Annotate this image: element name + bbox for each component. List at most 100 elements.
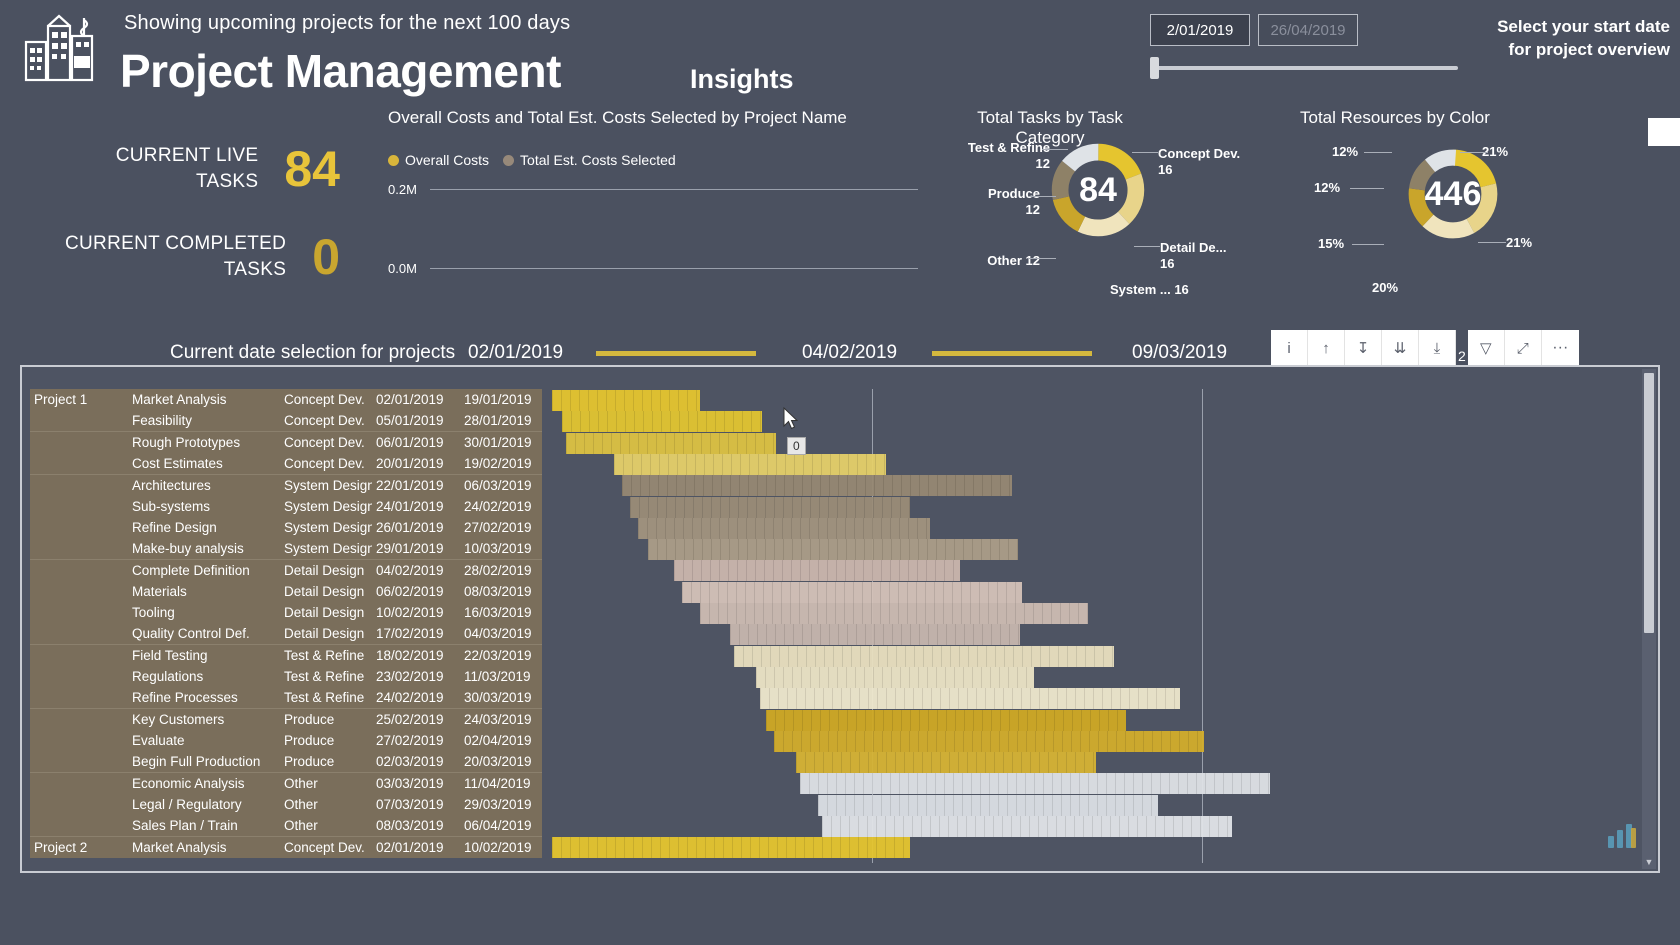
gantt-visual[interactable]: Project 1 Market Analysis Concept Dev. 02/0… (20, 365, 1660, 873)
donut-resources-label-15: 15% (1318, 236, 1345, 251)
cell-project (30, 473, 128, 496)
info-icon[interactable]: i (1271, 330, 1308, 366)
kpi-current-live-tasks[interactable]: CURRENT LIVE TASKS 84 (30, 140, 340, 198)
gantt-bar[interactable] (648, 539, 1018, 561)
donut-label-concept-dev: Concept Dev. 16 (1158, 146, 1241, 178)
gantt-bar[interactable] (760, 688, 1180, 710)
donut-label-other: Other 12 (987, 253, 1040, 268)
donut-tasks-ring[interactable]: 84 (1048, 140, 1148, 240)
legend-label-est: Total Est. Costs Selected (520, 152, 676, 168)
gantt-bar[interactable] (796, 752, 1096, 774)
cell-task: Begin Full Production (128, 751, 280, 773)
leader-line-r3 (1352, 244, 1384, 245)
slicer-end-date[interactable]: 26/04/2019 (1258, 14, 1358, 46)
date-range-slicer[interactable]: 2/01/2019 26/04/2019 (1150, 14, 1470, 79)
gantt-bar[interactable] (822, 816, 1232, 837)
table-row[interactable]: Legal / Regulatory Other 07/03/2019 29/03/2… (30, 793, 542, 815)
gantt-scroll-thumb[interactable] (1644, 373, 1654, 633)
donut-tasks-by-category[interactable]: Total Tasks by Task Category 84 Test & R… (950, 108, 1280, 308)
table-row[interactable]: Refine Design System Design 26/01/2019 27/0… (30, 516, 542, 539)
table-row[interactable]: Sub-systems System Design 24/01/2019 24/02/… (30, 495, 542, 517)
gantt-bars-area[interactable] (552, 389, 1636, 863)
gantt-bar[interactable] (552, 390, 700, 411)
gantt-bar[interactable] (614, 453, 886, 475)
drill-up-icon[interactable]: ↑ (1308, 330, 1345, 366)
gantt-bar[interactable] (630, 496, 910, 518)
focus-mode-icon[interactable]: ⤢ (1504, 330, 1542, 366)
legend-item-total-est[interactable]: Total Est. Costs Selected (503, 152, 676, 168)
slicer-track[interactable] (1150, 57, 1458, 79)
cell-start-date: 22/01/2019 (372, 473, 460, 496)
table-row[interactable]: Feasibility Concept Dev. 05/01/2019 28/01/2… (30, 410, 542, 432)
more-options-icon[interactable]: ··· (1541, 330, 1579, 366)
gantt-bar[interactable] (552, 837, 910, 859)
gantt-bar[interactable] (622, 475, 1012, 497)
cell-end-date: 08/03/2019 (460, 580, 542, 602)
cell-project (30, 771, 128, 794)
table-row[interactable]: Economic Analysis Other 03/03/2019 11/04/20… (30, 771, 542, 794)
table-row[interactable]: Evaluate Produce 27/02/2019 02/04/2019 (30, 729, 542, 752)
visual-header-toolbar[interactable]: i ↑ ↧ ⇊ ⤓ 2 ▽ ⤢ ··· (1271, 330, 1579, 366)
table-row[interactable]: Refine Processes Test & Refine 24/02/2019 3… (30, 687, 542, 709)
gantt-bar[interactable] (682, 581, 1022, 603)
gantt-scrollbar[interactable]: ▲ ▼ (1642, 369, 1656, 869)
cell-category: Detail Design (280, 558, 372, 581)
scroll-down-icon[interactable]: ▼ (1642, 855, 1656, 869)
gantt-bar[interactable] (766, 709, 1126, 731)
table-row[interactable]: Materials Detail Design 06/02/2019 08/03/20… (30, 580, 542, 602)
table-row[interactable]: Cost Estimates Concept Dev. 20/01/2019 19/0… (30, 452, 542, 475)
gantt-bar[interactable] (774, 730, 1204, 752)
cell-task: Market Analysis (128, 835, 280, 858)
table-row[interactable]: Project 1 Market Analysis Concept Dev. 02/0… (30, 389, 542, 411)
gantt-bar[interactable] (562, 411, 762, 433)
donut-resources-ring[interactable]: 446 (1405, 146, 1501, 242)
cell-start-date: 02/01/2019 (372, 835, 460, 858)
cell-project (30, 793, 128, 815)
page-title: Project Management (120, 45, 561, 97)
bar-chart-card[interactable]: Overall Costs and Total Est. Costs Selec… (388, 108, 928, 308)
legend-item-overall-costs[interactable]: Overall Costs (388, 152, 489, 168)
gantt-bar[interactable] (734, 645, 1114, 667)
y-axis-tick-bottom: 0.0M (388, 261, 417, 276)
cell-end-date: 10/03/2019 (460, 538, 542, 560)
table-row[interactable]: Rough Prototypes Concept Dev. 06/01/2019 30… (30, 431, 542, 453)
table-row[interactable]: Complete Definition Detail Design 04/02/20… (30, 558, 542, 581)
gantt-task-table[interactable]: Project 1 Market Analysis Concept Dev. 02/0… (30, 389, 542, 858)
gantt-bar[interactable] (638, 517, 930, 539)
filter-icon[interactable]: ▽ (1467, 330, 1505, 366)
table-row[interactable]: Make-buy analysis System Design 29/01/2019… (30, 538, 542, 560)
table-row[interactable]: Architectures System Design 22/01/2019 06/0… (30, 473, 542, 496)
gantt-bar[interactable] (674, 560, 960, 582)
cell-start-date: 08/03/2019 (372, 814, 460, 837)
drill-mode-icon[interactable]: ⤓ (1419, 330, 1456, 366)
table-row[interactable]: Key Customers Produce 25/02/2019 24/03/2019 (30, 707, 542, 730)
table-row[interactable]: Field Testing Test & Refine 18/02/2019 22/0… (30, 644, 542, 666)
slicer-thumb[interactable] (1150, 57, 1159, 79)
table-row[interactable]: Quality Control Def. Detail Design 17/02/2… (30, 623, 542, 645)
cell-task: Complete Definition (128, 558, 280, 581)
table-row[interactable]: Project 2 Market Analysis Concept Dev. 02/0… (30, 835, 542, 858)
timeline-bar-1 (596, 351, 756, 356)
cell-end-date: 06/03/2019 (460, 473, 542, 496)
gantt-bar[interactable] (730, 624, 1020, 646)
drill-down-icon[interactable]: ↧ (1345, 330, 1382, 366)
cell-category: Detail Design (280, 580, 372, 602)
gantt-bar[interactable] (818, 794, 1158, 816)
gridline-top (430, 189, 918, 190)
leader-line-2 (1028, 196, 1056, 197)
table-row[interactable]: Begin Full Production Produce 02/03/2019 20… (30, 751, 542, 773)
gantt-bar[interactable] (566, 432, 776, 454)
gantt-bar[interactable] (800, 773, 1270, 795)
cell-category: Concept Dev. (280, 431, 372, 453)
kpi-current-completed-tasks[interactable]: CURRENT COMPLETED TASKS 0 (18, 228, 340, 286)
table-row[interactable]: Sales Plan / Train Other 08/03/2019 06/04/2… (30, 814, 542, 837)
leader-line-3 (1028, 258, 1056, 259)
table-row[interactable]: Tooling Detail Design 10/02/2019 16/03/2019 (30, 601, 542, 624)
slicer-start-date[interactable]: 2/01/2019 (1150, 14, 1250, 46)
legend-label-overall: Overall Costs (405, 152, 490, 168)
donut-resources-by-color[interactable]: Total Resources by Color 446 12% 12% 15%… (1300, 108, 1600, 308)
gantt-bar[interactable] (756, 666, 1034, 688)
table-row[interactable]: Regulations Test & Refine 23/02/2019 11/03/… (30, 665, 542, 688)
expand-all-icon[interactable]: ⇊ (1382, 330, 1419, 366)
gantt-bar[interactable] (700, 603, 1088, 624)
